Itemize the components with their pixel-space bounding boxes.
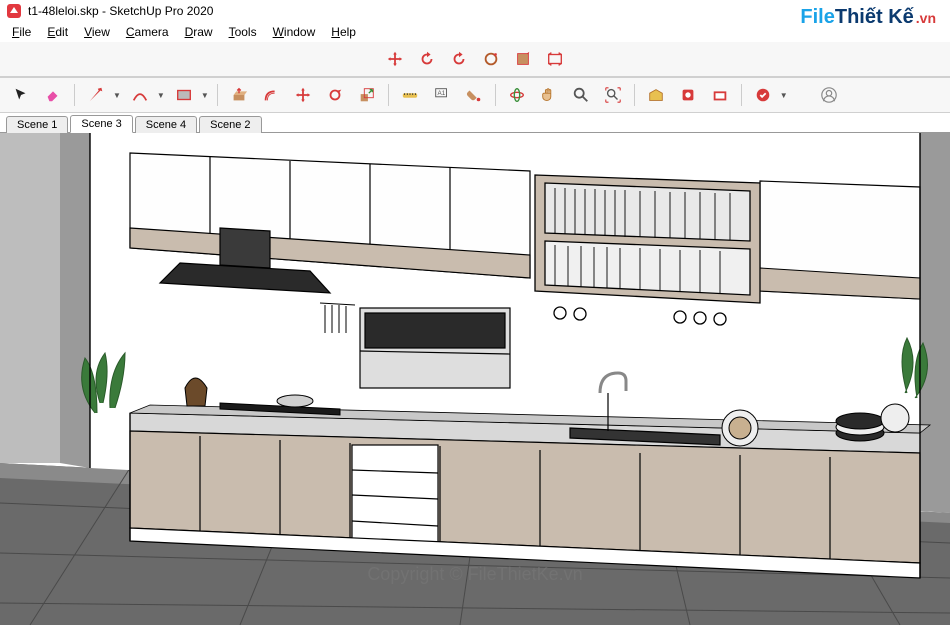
- zoom-icon[interactable]: [568, 82, 594, 108]
- warehouse-icon[interactable]: [643, 82, 669, 108]
- tape-icon[interactable]: [397, 82, 423, 108]
- menu-draw[interactable]: Draw: [177, 23, 221, 41]
- scale-icon[interactable]: [354, 82, 380, 108]
- extension-icon[interactable]: [675, 82, 701, 108]
- pan-icon[interactable]: [510, 46, 536, 72]
- menu-view[interactable]: View: [76, 23, 118, 41]
- menu-edit[interactable]: Edit: [39, 23, 76, 41]
- orbit-tool-icon[interactable]: [504, 82, 530, 108]
- menu-file[interactable]: File: [4, 23, 39, 41]
- rotate-tool-icon[interactable]: [322, 82, 348, 108]
- menu-help[interactable]: Help: [323, 23, 364, 41]
- chevron-down-icon[interactable]: ▼: [201, 91, 209, 100]
- zoom-extents-icon[interactable]: [542, 46, 568, 72]
- toolbar-main: ▼ ▼ ▼ A1 ▼: [0, 77, 950, 113]
- rotate-right-icon[interactable]: [446, 46, 472, 72]
- move-tool-icon[interactable]: [290, 82, 316, 108]
- viewport-3d[interactable]: Copyright © FileThietKe.vn: [0, 133, 950, 625]
- app-icon: [6, 3, 22, 19]
- chevron-down-icon[interactable]: ▼: [157, 91, 165, 100]
- plugin-icon[interactable]: [750, 82, 776, 108]
- scene-tab[interactable]: Scene 1: [6, 116, 68, 133]
- line-icon[interactable]: [83, 82, 109, 108]
- rotate-left-icon[interactable]: [414, 46, 440, 72]
- rectangle-icon[interactable]: [171, 82, 197, 108]
- watermark-logo: FileThiết Kế.vn: [800, 6, 936, 29]
- pan-tool-icon[interactable]: [536, 82, 562, 108]
- component-icon[interactable]: [707, 82, 733, 108]
- menu-tools[interactable]: Tools: [221, 23, 265, 41]
- svg-text:A1: A1: [437, 90, 445, 97]
- pushpull-icon[interactable]: [226, 82, 252, 108]
- scene-tab[interactable]: Scene 2: [199, 116, 261, 133]
- scene-tab[interactable]: Scene 4: [135, 116, 197, 133]
- menu-camera[interactable]: Camera: [118, 23, 177, 41]
- window-title: t1-48leloi.skp - SketchUp Pro 2020: [28, 4, 213, 18]
- paint-icon[interactable]: [461, 82, 487, 108]
- move-icon[interactable]: [382, 46, 408, 72]
- chevron-down-icon[interactable]: ▼: [113, 91, 121, 100]
- arc-icon[interactable]: [127, 82, 153, 108]
- toolbar-navigation: [0, 42, 950, 77]
- scene-tab[interactable]: Scene 3: [70, 115, 132, 133]
- chevron-down-icon[interactable]: ▼: [780, 91, 788, 100]
- text-icon[interactable]: A1: [429, 82, 455, 108]
- eraser-icon[interactable]: [40, 82, 66, 108]
- offset-icon[interactable]: [258, 82, 284, 108]
- zoom-extents-tool-icon[interactable]: [600, 82, 626, 108]
- select-icon[interactable]: [8, 82, 34, 108]
- orbit-icon[interactable]: [478, 46, 504, 72]
- scene-tabs: Scene 1 Scene 3 Scene 4 Scene 2: [0, 113, 950, 133]
- user-icon[interactable]: [816, 82, 842, 108]
- menu-window[interactable]: Window: [265, 23, 324, 41]
